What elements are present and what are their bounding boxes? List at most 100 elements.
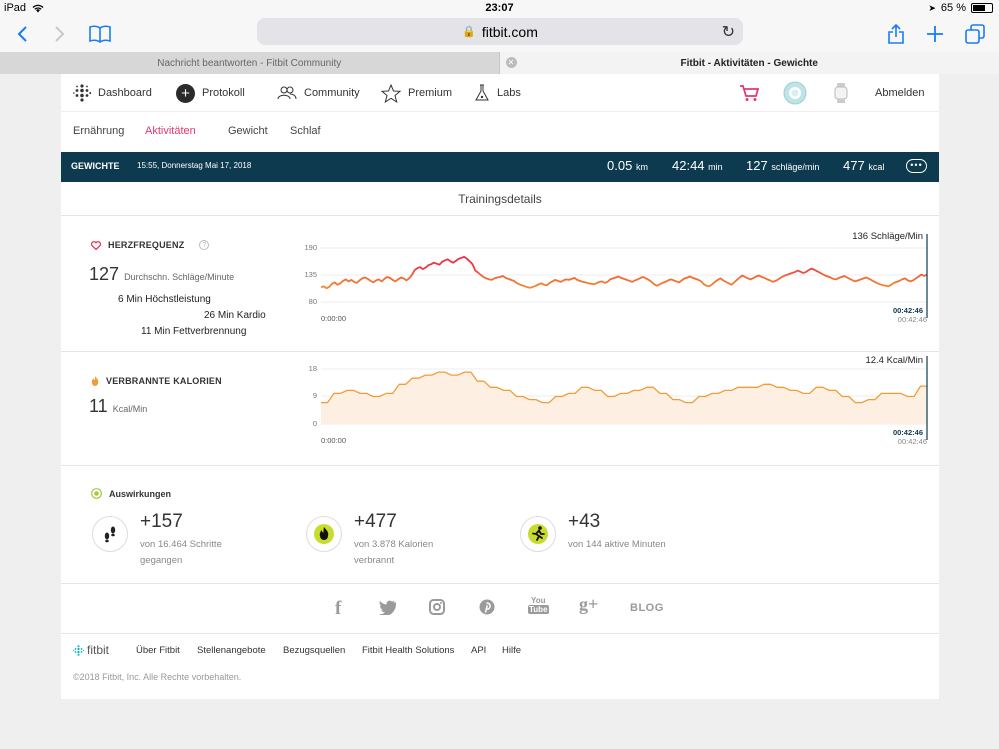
help-icon[interactable]: ? xyxy=(199,240,210,250)
bookmarks-button[interactable] xyxy=(86,20,114,48)
footer-logo[interactable]: fitbit xyxy=(73,643,109,657)
google-plus-icon[interactable]: g+ xyxy=(579,594,598,615)
footer-link-help[interactable]: Hilfe xyxy=(502,645,521,656)
tab-fitbit-activities[interactable]: ✕ Fitbit - Aktivitäten - Gewichte xyxy=(499,52,999,74)
y-tick-label: 190 xyxy=(304,243,317,252)
subnav-ernaehrung[interactable]: Ernährung xyxy=(73,125,124,137)
footer-link-api[interactable]: API xyxy=(471,645,486,656)
calories-section: VERBRANNTE KALORIEN 11 Kcal/Min 18 9 0 1… xyxy=(61,352,939,466)
impact-description: von 144 aktive Minuten xyxy=(568,539,666,550)
cart-button[interactable] xyxy=(739,74,759,112)
impact-calories: +477 von 3.878 Kalorien verbrannt xyxy=(306,511,506,571)
impact-description: von 16.464 Schritte gegangen xyxy=(140,539,222,566)
heart-rate-line xyxy=(320,255,928,290)
address-bar[interactable]: 🔒 fitbit.com ↻ xyxy=(257,18,743,45)
new-tab-button[interactable] xyxy=(921,20,949,48)
x-start-label: 0:00:00 xyxy=(321,436,346,445)
zone-cardio: 26 Min Kardio xyxy=(204,310,266,321)
subnav-gewicht[interactable]: Gewicht xyxy=(228,125,268,137)
nav-label: Labs xyxy=(497,87,521,99)
y-tick-label: 9 xyxy=(313,391,317,400)
share-icon xyxy=(888,24,904,44)
back-button[interactable] xyxy=(8,20,36,48)
share-button[interactable] xyxy=(882,20,910,48)
heart-rate-chart: 190 135 80 136 Schläge/Min 0:00:00 00:42… xyxy=(304,231,928,324)
cursor-value: 136 Schläge/Min xyxy=(852,231,923,242)
profile-avatar-button[interactable] xyxy=(783,74,807,112)
reload-button[interactable]: ↻ xyxy=(722,22,735,42)
x-end-label: 00:42:46 xyxy=(898,315,927,324)
footer-link-health-solutions[interactable]: Fitbit Health Solutions xyxy=(362,645,454,656)
tabs-icon xyxy=(965,24,985,44)
star-icon xyxy=(381,83,401,103)
cursor-time-label: 00:42:46 xyxy=(893,428,923,437)
distance-stat: 0.05 km xyxy=(607,158,648,173)
nav-labs[interactable]: Labs xyxy=(474,74,521,112)
nav-protokoll[interactable]: + Protokoll xyxy=(176,74,245,112)
avatar xyxy=(783,81,807,105)
calories-stat: 477 kcal xyxy=(843,158,885,173)
cursor-time-label: 00:42:46 xyxy=(893,306,923,315)
clock: 23:07 xyxy=(485,2,514,14)
nav-premium[interactable]: Premium xyxy=(381,74,452,112)
heart-rate-label: HERZFREQUENZ ? xyxy=(91,240,210,250)
zone-peak: 6 Min Höchstleistung xyxy=(118,294,211,305)
shopping-cart-icon xyxy=(740,85,759,101)
tabs-overview-button[interactable] xyxy=(961,20,989,48)
close-tab-icon[interactable]: ✕ xyxy=(505,57,517,68)
tab-title: Nachricht beantworten - Fitbit Community xyxy=(157,57,342,69)
impact-steps: +157 von 16.464 Schritte gegangen xyxy=(92,511,292,571)
footer-link-jobs[interactable]: Stellenangebote xyxy=(197,645,266,656)
chevron-left-icon xyxy=(17,26,27,42)
subnav-schlaf[interactable]: Schlaf xyxy=(290,125,321,137)
logout-link[interactable]: Abmelden xyxy=(875,74,925,112)
footprints-icon xyxy=(92,516,128,552)
impact-value: +157 xyxy=(140,511,183,532)
forward-button[interactable] xyxy=(46,20,74,48)
book-icon xyxy=(89,25,111,43)
calories-series xyxy=(321,371,927,424)
instagram-icon[interactable] xyxy=(429,599,445,620)
sub-nav: Ernährung Aktivitäten Gewicht Schlaf xyxy=(61,112,939,152)
footer: fitbit Über Fitbit Stellenangebote Bezug… xyxy=(61,634,939,699)
social-links: f You Tube g+ BLOG xyxy=(61,584,939,634)
nav-label: Dashboard xyxy=(98,87,152,99)
footer-link-retailers[interactable]: Bezugsquellen xyxy=(283,645,345,656)
blog-link[interactable]: BLOG xyxy=(630,602,664,614)
watch-icon xyxy=(834,83,848,103)
tab-community[interactable]: Nachricht beantworten - Fitbit Community xyxy=(0,52,500,74)
flame-icon xyxy=(91,376,99,386)
runner-icon xyxy=(520,516,556,552)
nav-label: Premium xyxy=(408,87,453,99)
impact-value: +43 xyxy=(568,511,601,532)
nav-label: Protokoll xyxy=(202,87,245,99)
more-options-button[interactable]: ••• xyxy=(906,159,927,173)
twitter-icon[interactable] xyxy=(379,600,397,620)
target-icon xyxy=(91,488,102,499)
pinterest-icon[interactable] xyxy=(479,599,495,620)
browser-tabs: Nachricht beantworten - Fitbit Community… xyxy=(0,52,999,74)
calories-chart: 18 9 0 12.4 Kcal/Min 0:00:00 00:42:46 00… xyxy=(309,356,928,446)
battery-fill xyxy=(973,5,985,11)
plus-icon xyxy=(927,26,943,42)
heart-rate-series xyxy=(320,255,928,290)
y-tick-label: 18 xyxy=(309,364,317,373)
cursor-value: 12.4 Kcal/Min xyxy=(865,356,923,366)
impact-active-minutes: +43 von 144 aktive Minuten xyxy=(520,511,720,571)
device-button[interactable] xyxy=(834,74,848,112)
flame-badge-icon xyxy=(306,516,342,552)
facebook-icon[interactable]: f xyxy=(335,598,341,620)
activity-banner: GEWICHTE 15:55, Donnerstag Mai 17, 2018 … xyxy=(61,152,939,182)
nav-dashboard[interactable]: Dashboard xyxy=(73,74,152,112)
calories-area xyxy=(321,372,927,424)
x-end-label: 00:42:46 xyxy=(898,437,927,446)
nav-community[interactable]: Community xyxy=(277,74,360,112)
location-icon: ➤ xyxy=(928,2,936,13)
subnav-aktivitaeten[interactable]: Aktivitäten xyxy=(145,125,196,137)
youtube-icon[interactable]: You Tube xyxy=(528,596,549,614)
footer-link-about[interactable]: Über Fitbit xyxy=(136,645,180,656)
heart-rate-section: HERZFREQUENZ ? 127 Durchschn. Schläge/Mi… xyxy=(61,216,939,352)
activity-name: GEWICHTE xyxy=(71,161,120,171)
lock-icon: 🔒 xyxy=(462,26,476,38)
impact-description: von 3.878 Kalorien verbrannt xyxy=(354,539,434,566)
